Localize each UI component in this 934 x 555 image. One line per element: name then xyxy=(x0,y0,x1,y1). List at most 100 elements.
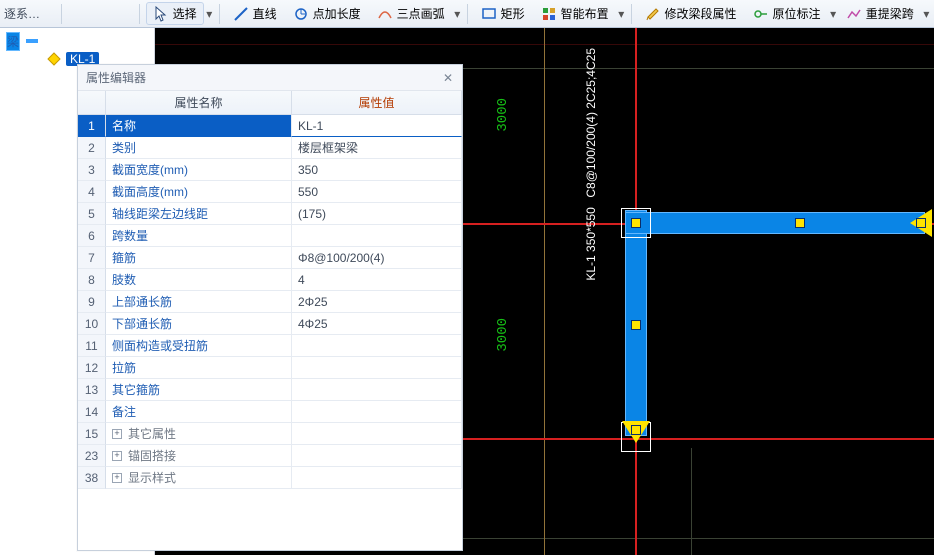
row-value[interactable] xyxy=(292,335,462,357)
property-row[interactable]: 4截面高度(mm)550 xyxy=(78,181,462,203)
row-value[interactable] xyxy=(292,445,462,467)
row-value[interactable]: (175) xyxy=(292,203,462,225)
smartplace-icon xyxy=(541,6,557,22)
property-row[interactable]: 38+显示样式 xyxy=(78,467,462,489)
row-name: 类别 xyxy=(106,137,292,159)
left-title-frag: 逐系列件… xyxy=(4,5,55,22)
axis-line xyxy=(155,44,934,45)
property-row[interactable]: 7箍筋Φ8@100/200(4) xyxy=(78,247,462,269)
respan-button[interactable]: 重提梁跨 xyxy=(839,2,921,25)
row-value[interactable] xyxy=(292,467,462,489)
dimension-text: 3000 xyxy=(495,98,511,132)
row-value[interactable]: 2Φ25 xyxy=(292,291,462,313)
rect-tool-button[interactable]: 矩形 xyxy=(474,2,532,25)
row-index: 7 xyxy=(78,247,106,269)
row-value[interactable] xyxy=(292,225,462,247)
rect-icon xyxy=(481,6,497,22)
row-index: 13 xyxy=(78,379,106,401)
row-name: 侧面构造或受扭筋 xyxy=(106,335,292,357)
property-row[interactable]: 2类别楼层框架梁 xyxy=(78,137,462,159)
beam-end-handle[interactable] xyxy=(622,421,650,443)
grip-handle[interactable] xyxy=(631,218,641,228)
row-name: 箍筋 xyxy=(106,247,292,269)
tree-row-beam[interactable]: ⊟ 梁 xyxy=(4,32,150,50)
rect-tool-label: 矩形 xyxy=(501,5,525,22)
property-row[interactable]: 11侧面构造或受扭筋 xyxy=(78,335,462,357)
property-row[interactable]: 9上部通长筋2Φ25 xyxy=(78,291,462,313)
property-row[interactable]: 8肢数4 xyxy=(78,269,462,291)
origmark-dropdown-icon[interactable]: ▾ xyxy=(830,7,837,21)
row-value[interactable]: Φ8@100/200(4) xyxy=(292,247,462,269)
row-index: 38 xyxy=(78,467,106,489)
property-row[interactable]: 15+其它属性 xyxy=(78,423,462,445)
respan-dropdown-icon[interactable]: ▾ xyxy=(923,7,930,21)
property-row[interactable]: 10下部通长筋4Φ25 xyxy=(78,313,462,335)
addlen-tool-button[interactable]: 点加长度 xyxy=(286,2,368,25)
beam-label-line2: C8@100/200(4) 2C25;4C25 xyxy=(584,48,598,198)
main-toolbar: 逐系列件… 选择 ▾ 直线 点加长度 三点画弧 ▾ 矩形 智能布置 ▾ 修改梁段… xyxy=(0,0,934,28)
grip-handle[interactable] xyxy=(795,218,805,228)
line-tool-button[interactable]: 直线 xyxy=(226,2,284,25)
row-value[interactable] xyxy=(292,401,462,423)
row-value[interactable]: 4Φ25 xyxy=(292,313,462,335)
property-row[interactable]: 13其它箍筋 xyxy=(78,379,462,401)
row-name: 截面高度(mm) xyxy=(106,181,292,203)
toolbar-sep xyxy=(631,4,632,24)
property-row[interactable]: 1名称KL-1 xyxy=(78,115,462,137)
property-row[interactable]: 5轴线距梁左边线距(175) xyxy=(78,203,462,225)
row-index: 2 xyxy=(78,137,106,159)
editseg-icon xyxy=(645,6,661,22)
beam-item-icon xyxy=(46,51,62,67)
addlen-icon xyxy=(293,6,309,22)
toolbar-sep xyxy=(61,4,62,24)
row-index: 6 xyxy=(78,225,106,247)
editseg-label: 修改梁段属性 xyxy=(665,5,737,22)
row-value[interactable] xyxy=(292,379,462,401)
property-editor-panel: 属性编辑器 ✕ 属性名称 属性值 1名称KL-12类别楼层框架梁3截面宽度(mm… xyxy=(77,64,463,551)
row-index: 15 xyxy=(78,423,106,445)
tree-label-beam: 梁 xyxy=(6,32,20,51)
row-index: 4 xyxy=(78,181,106,203)
arc-dropdown-icon[interactable]: ▾ xyxy=(454,7,461,21)
select-dropdown-icon[interactable]: ▾ xyxy=(206,7,213,21)
row-value[interactable]: KL-1 xyxy=(292,115,462,137)
grip-handle[interactable] xyxy=(631,320,641,330)
col-value: 属性值 xyxy=(292,91,462,115)
expand-icon[interactable]: + xyxy=(112,451,122,461)
arc3-tool-button[interactable]: 三点画弧 xyxy=(370,2,452,25)
expand-icon[interactable]: + xyxy=(112,473,122,483)
editseg-button[interactable]: 修改梁段属性 xyxy=(638,2,744,25)
beam-end-handle[interactable] xyxy=(910,209,932,237)
toolbar-sep xyxy=(219,4,220,24)
expand-icon[interactable]: + xyxy=(112,429,122,439)
row-index: 11 xyxy=(78,335,106,357)
property-row[interactable]: 12拉筋 xyxy=(78,357,462,379)
property-row[interactable]: 6跨数量 xyxy=(78,225,462,247)
row-name: +显示样式 xyxy=(106,467,292,489)
row-value[interactable]: 350 xyxy=(292,159,462,181)
arc-icon xyxy=(377,6,393,22)
row-value[interactable]: 楼层框架梁 xyxy=(292,137,462,159)
toolbar-sep xyxy=(467,4,468,24)
dimension-text: 3000 xyxy=(495,318,511,352)
select-tool-button[interactable]: 选择 xyxy=(146,2,204,25)
smartplace-button[interactable]: 智能布置 xyxy=(534,2,616,25)
row-index: 3 xyxy=(78,159,106,181)
beam-segment-horizontal[interactable] xyxy=(625,212,925,234)
property-grid-header: 属性名称 属性值 xyxy=(78,91,462,115)
property-row[interactable]: 3截面宽度(mm)350 xyxy=(78,159,462,181)
row-name: 下部通长筋 xyxy=(106,313,292,335)
row-value[interactable]: 4 xyxy=(292,269,462,291)
smartplace-dropdown-icon[interactable]: ▾ xyxy=(618,7,625,21)
property-row[interactable]: 14备注 xyxy=(78,401,462,423)
row-value[interactable]: 550 xyxy=(292,181,462,203)
cursor-icon xyxy=(153,6,169,22)
row-index: 12 xyxy=(78,357,106,379)
row-name: 截面宽度(mm) xyxy=(106,159,292,181)
close-icon[interactable]: ✕ xyxy=(440,70,456,86)
row-value[interactable] xyxy=(292,423,462,445)
row-value[interactable] xyxy=(292,357,462,379)
origmark-button[interactable]: 原位标注 xyxy=(746,2,828,25)
property-row[interactable]: 23+锚固搭接 xyxy=(78,445,462,467)
smartplace-label: 智能布置 xyxy=(561,5,609,22)
